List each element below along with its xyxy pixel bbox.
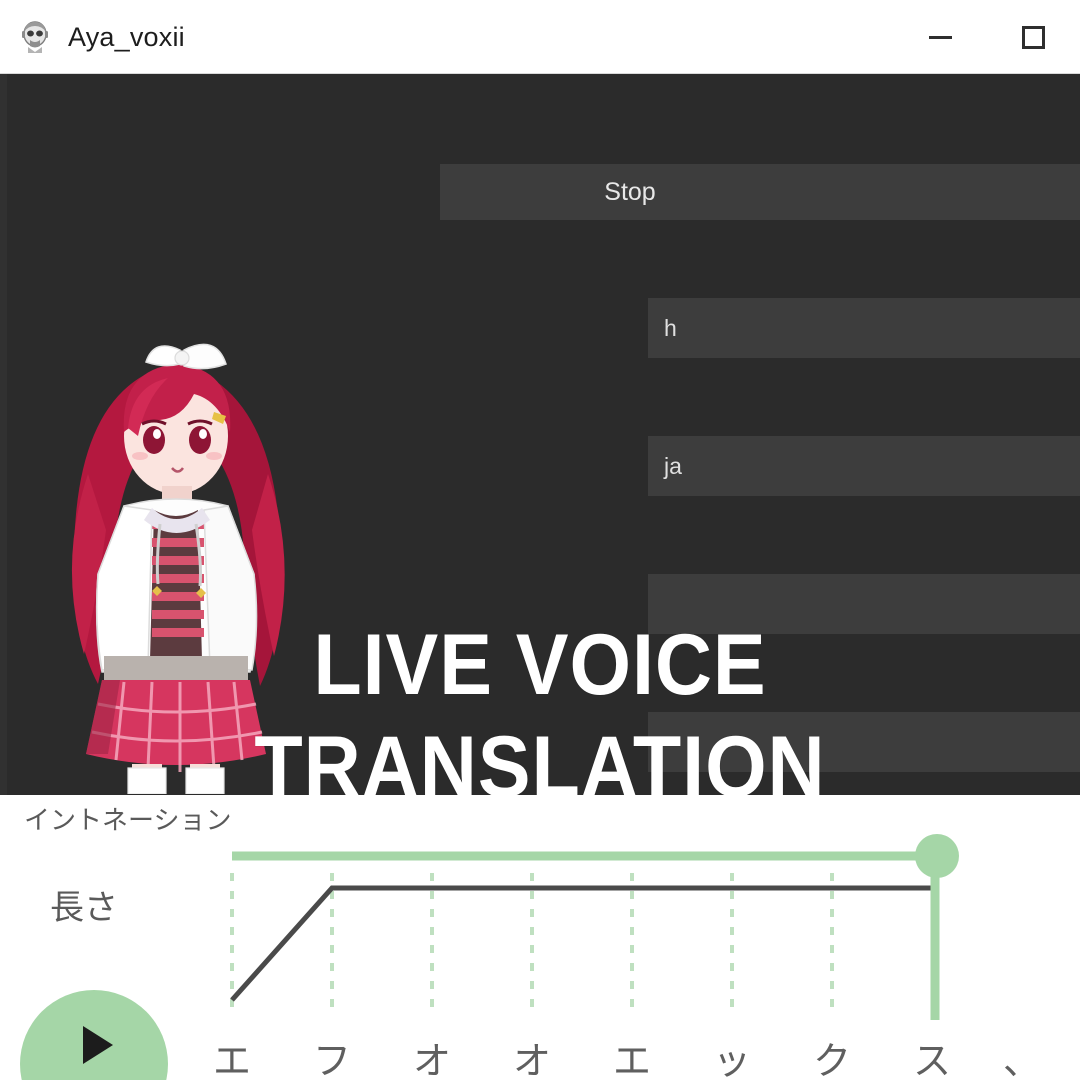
maximize-button[interactable] [987,0,1080,74]
screenshot-root: Aya_voxii Stop Push-to-talk key: h Targe… [0,0,1080,1080]
stop-button-label: Stop [604,177,656,206]
kana-item[interactable]: ス [902,1030,962,1080]
field-row-target-language: Target language: ja [0,432,1080,500]
target-language-input[interactable]: ja [648,436,1080,496]
kana-row: エ フ オ オ エ ッ ク ス 、 [0,1030,1080,1080]
kana-item[interactable]: オ [402,1030,462,1080]
kana-item[interactable]: ッ [702,1030,762,1080]
extra-field-input[interactable] [648,712,1080,772]
kana-item[interactable]: フ [302,1030,362,1080]
minimize-button[interactable] [894,0,987,74]
length-label: 長さ [50,889,118,927]
kana-item[interactable]: エ [602,1030,662,1080]
window-controls [894,0,1080,74]
app-body-panel: Stop Push-to-talk key: h Target language… [0,74,1080,795]
field-row-character: Character: [0,570,1080,638]
kana-item[interactable]: エ [202,1030,262,1080]
kana-item[interactable]: 、 [992,1030,1052,1080]
window-titlebar: Aya_voxii [0,0,1080,74]
kana-item[interactable]: オ [502,1030,562,1080]
minimize-icon [929,35,952,39]
maximize-icon [1022,25,1045,49]
field-row-extra [0,708,1080,776]
field-row-push-to-talk: Push-to-talk key: h [0,294,1080,362]
app-avatar-icon [22,21,48,53]
window-title: Aya_voxii [68,21,185,52]
character-input[interactable] [648,574,1080,634]
kana-item[interactable]: ク [802,1030,862,1080]
intonation-label: イントネーション [24,805,232,835]
titlebar-left-group: Aya_voxii [18,0,185,74]
push-to-talk-input[interactable]: h [648,298,1080,358]
stop-button[interactable]: Stop [440,164,1080,220]
